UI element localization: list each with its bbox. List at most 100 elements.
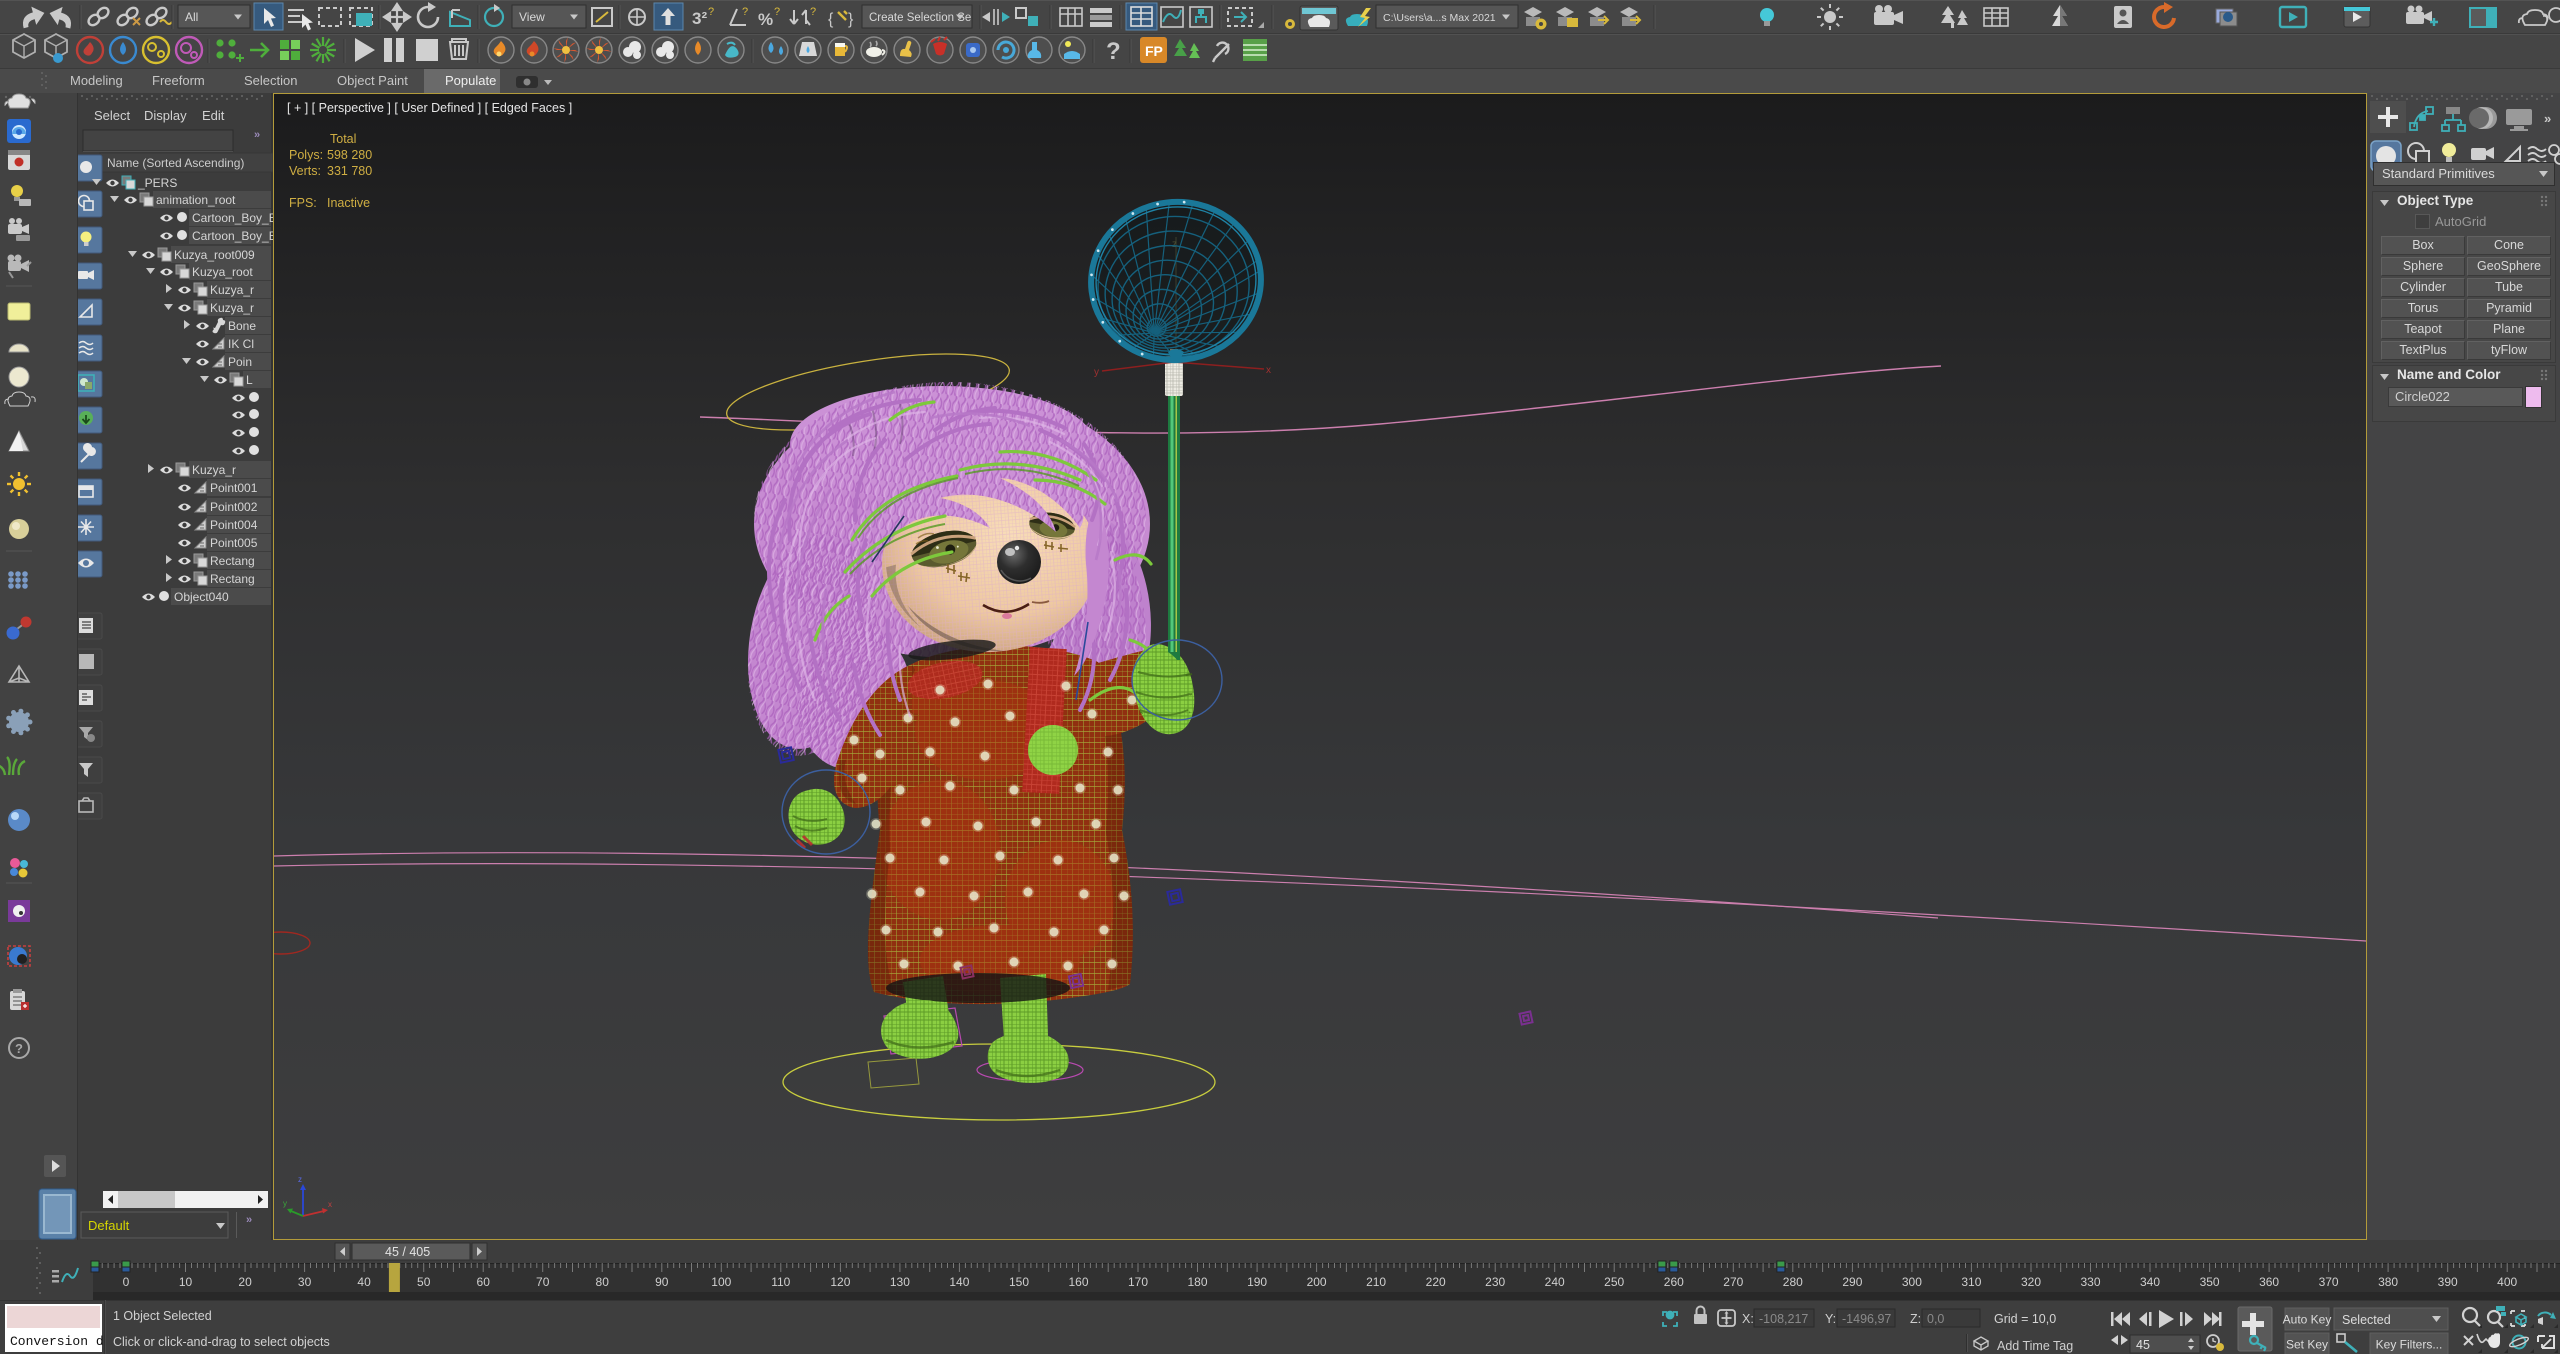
- svg-text:Polys:: Polys:: [289, 148, 323, 162]
- svg-text:360: 360: [2259, 1275, 2279, 1289]
- svg-text:FP: FP: [1145, 43, 1163, 59]
- svg-text:Kuzya_r: Kuzya_r: [210, 283, 254, 297]
- svg-text:Y:: Y:: [1825, 1312, 1836, 1326]
- svg-text:»: »: [2544, 111, 2551, 126]
- svg-text:598 280: 598 280: [327, 148, 372, 162]
- svg-text:Set Key: Set Key: [2286, 1338, 2328, 1352]
- svg-text:Selected: Selected: [2342, 1313, 2391, 1327]
- svg-text:270: 270: [1723, 1275, 1743, 1289]
- svg-text:FPS:: FPS:: [289, 196, 317, 210]
- svg-text:320: 320: [2021, 1275, 2041, 1289]
- svg-text:120: 120: [830, 1275, 850, 1289]
- svg-text:10: 10: [179, 1275, 193, 1289]
- svg-text:_PERS: _PERS: [137, 176, 177, 190]
- svg-text:Add Time Tag: Add Time Tag: [1997, 1339, 2073, 1353]
- svg-text:C:\Users\a...s Max 2021: C:\Users\a...s Max 2021: [1383, 12, 1496, 24]
- svg-text:»: »: [246, 1214, 252, 1226]
- svg-text:250: 250: [1604, 1275, 1624, 1289]
- svg-text:Conversion d: Conversion d: [10, 1334, 104, 1349]
- svg-text:210: 210: [1366, 1275, 1386, 1289]
- svg-text:Z:: Z:: [1910, 1312, 1921, 1326]
- svg-text:30: 30: [298, 1275, 312, 1289]
- svg-text:?: ?: [742, 6, 748, 18]
- svg-text:Object040: Object040: [174, 590, 229, 604]
- svg-text:Display: Display: [144, 108, 187, 123]
- svg-text:Click or click-and-drag to sel: Click or click-and-drag to select object…: [113, 1335, 330, 1349]
- svg-text:150: 150: [1009, 1275, 1029, 1289]
- svg-text:[ + ] [ Perspective ] [ User D: [ + ] [ Perspective ] [ User Defined ] […: [287, 101, 572, 115]
- svg-text:Cartoon_Boy_B: Cartoon_Boy_B: [192, 229, 273, 243]
- svg-text:300: 300: [1902, 1275, 1922, 1289]
- svg-text:331 780: 331 780: [327, 164, 372, 178]
- svg-text:-108,217: -108,217: [1759, 1312, 1808, 1326]
- svg-text:45: 45: [2136, 1338, 2150, 1352]
- svg-text:160: 160: [1068, 1275, 1088, 1289]
- svg-text:IK Cl: IK Cl: [228, 337, 254, 351]
- svg-text:Kuzya_r: Kuzya_r: [192, 463, 236, 477]
- svg-text:y: y: [283, 1199, 287, 1208]
- svg-text:310: 310: [1961, 1275, 1981, 1289]
- svg-text:?: ?: [774, 6, 780, 18]
- svg-text:200: 200: [1307, 1275, 1327, 1289]
- svg-text:330: 330: [2080, 1275, 2100, 1289]
- svg-text:y: y: [1094, 367, 1099, 378]
- svg-text:Verts:: Verts:: [289, 164, 321, 178]
- svg-text:50: 50: [417, 1275, 431, 1289]
- svg-text:60: 60: [477, 1275, 491, 1289]
- svg-text:Point002: Point002: [210, 500, 258, 514]
- svg-text:Auto Key: Auto Key: [2283, 1313, 2332, 1327]
- svg-text:40: 40: [357, 1275, 371, 1289]
- svg-text:Key Filters...: Key Filters...: [2376, 1338, 2443, 1352]
- svg-text:Default: Default: [88, 1218, 130, 1233]
- svg-text:Select: Select: [94, 108, 131, 123]
- svg-text:Rectang: Rectang: [210, 554, 255, 568]
- svg-text:230: 230: [1485, 1275, 1505, 1289]
- svg-text:animation_root: animation_root: [156, 193, 236, 207]
- svg-text:45 / 405: 45 / 405: [385, 1245, 430, 1259]
- svg-text:Create Selection Se: Create Selection Se: [869, 12, 971, 24]
- svg-text:Point001: Point001: [210, 481, 258, 495]
- svg-text:110: 110: [771, 1275, 790, 1289]
- svg-text:X:: X:: [1742, 1312, 1754, 1326]
- svg-text:1 Object Selected: 1 Object Selected: [113, 1309, 212, 1323]
- svg-text:{: {: [828, 11, 834, 28]
- svg-text:290: 290: [1842, 1275, 1862, 1289]
- svg-text:?: ?: [708, 6, 714, 18]
- svg-text:x: x: [1266, 365, 1271, 376]
- svg-text:Bone: Bone: [228, 319, 256, 333]
- svg-text:?: ?: [810, 6, 816, 18]
- svg-text:170: 170: [1128, 1275, 1148, 1289]
- svg-text:-1496,97: -1496,97: [1842, 1312, 1891, 1326]
- svg-text:Poin: Poin: [228, 355, 252, 369]
- svg-text:20: 20: [238, 1275, 252, 1289]
- svg-text:Point005: Point005: [210, 536, 258, 550]
- svg-text:L: L: [246, 373, 253, 387]
- svg-text:400: 400: [2497, 1275, 2517, 1289]
- svg-text:Kuzya_root009: Kuzya_root009: [174, 248, 255, 262]
- svg-text:All: All: [185, 10, 198, 24]
- svg-text:190: 190: [1247, 1275, 1267, 1289]
- svg-text:Point004: Point004: [210, 518, 258, 532]
- svg-text:140: 140: [949, 1275, 969, 1289]
- svg-text:260: 260: [1664, 1275, 1684, 1289]
- svg-text:130: 130: [890, 1275, 910, 1289]
- svg-text:%: %: [758, 10, 773, 29]
- svg-text:390: 390: [2438, 1275, 2458, 1289]
- svg-text:Kuzya_r: Kuzya_r: [210, 301, 254, 315]
- svg-text:Name (Sorted Ascending): Name (Sorted Ascending): [107, 156, 244, 170]
- svg-text:?: ?: [1106, 38, 1121, 65]
- svg-text:280: 280: [1783, 1275, 1803, 1289]
- svg-text:90: 90: [655, 1275, 669, 1289]
- svg-text:3²: 3²: [692, 9, 707, 28]
- svg-text:Edit: Edit: [202, 108, 225, 123]
- svg-text:?: ?: [15, 1041, 23, 1056]
- svg-text:z: z: [298, 1175, 302, 1184]
- svg-text:180: 180: [1187, 1275, 1207, 1289]
- svg-text:80: 80: [596, 1275, 610, 1289]
- svg-text:x: x: [328, 1200, 332, 1209]
- svg-text:»: »: [254, 129, 260, 141]
- svg-text:70: 70: [536, 1275, 550, 1289]
- svg-text:Total: Total: [330, 132, 356, 146]
- svg-text:0,0: 0,0: [1927, 1312, 1944, 1326]
- svg-text:220: 220: [1426, 1275, 1446, 1289]
